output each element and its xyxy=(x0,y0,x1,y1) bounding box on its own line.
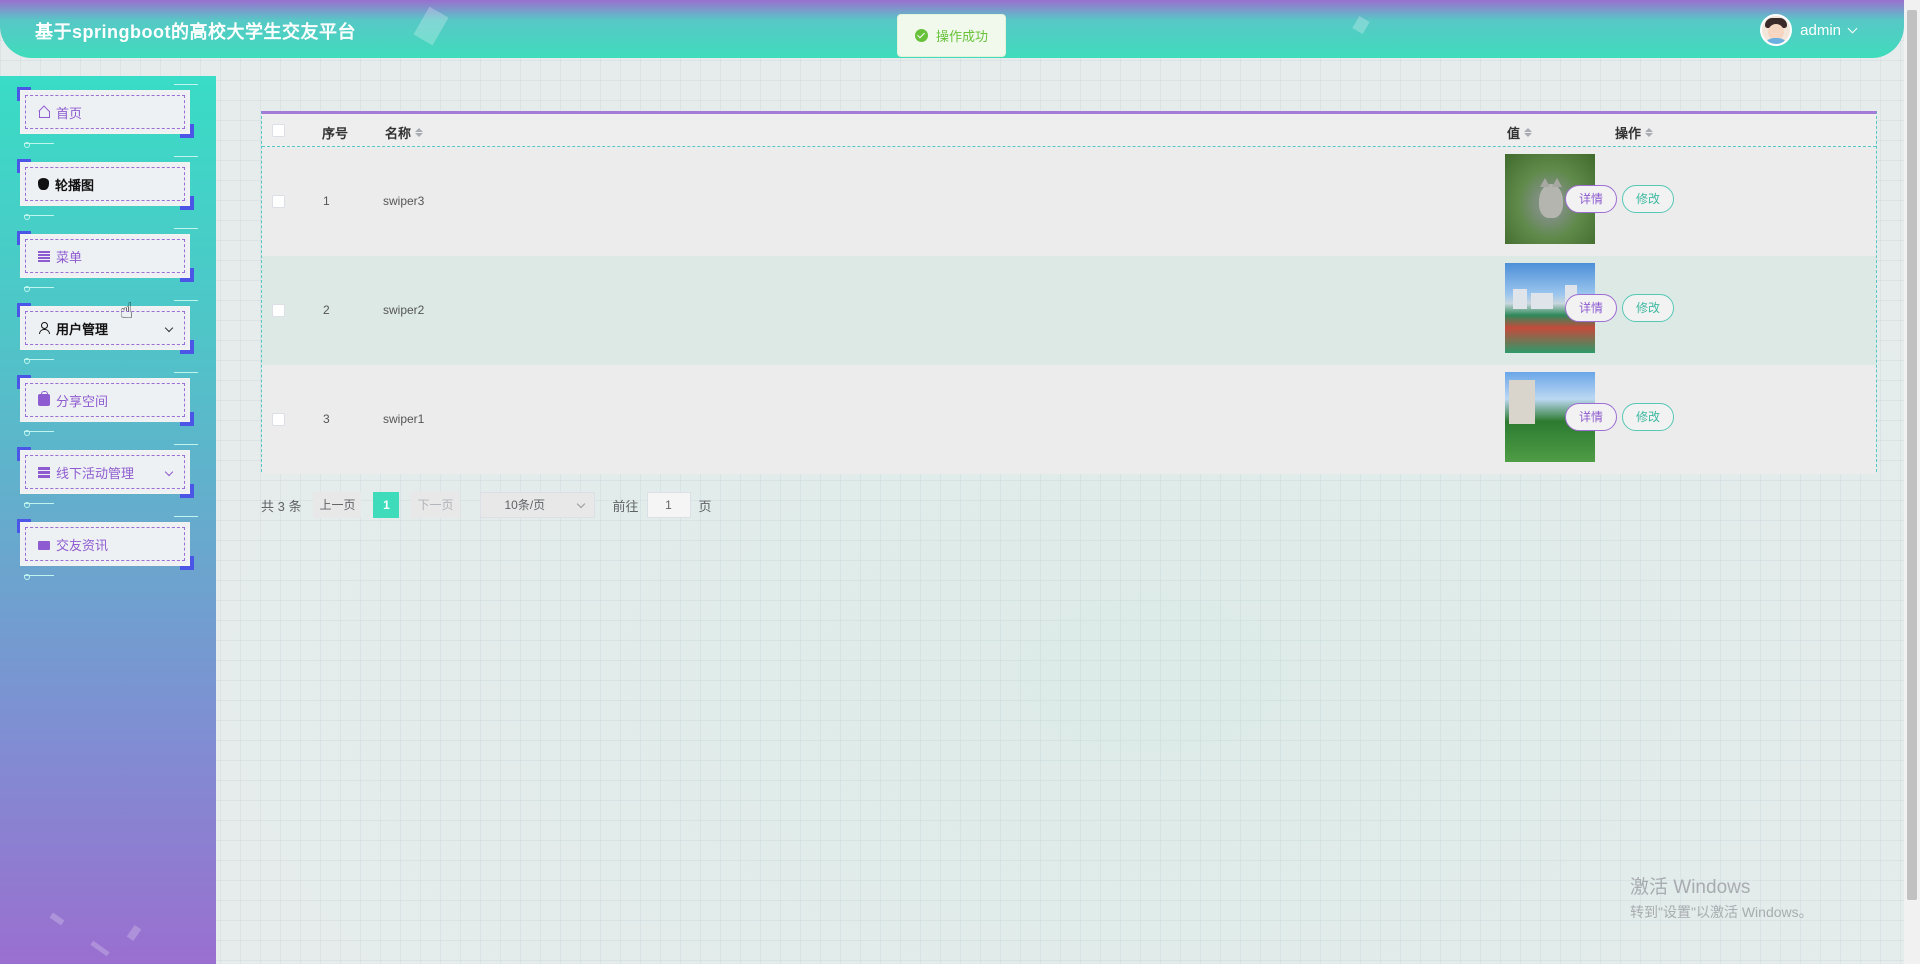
sidebar-item-offline-activity[interactable]: 线下活动管理 xyxy=(17,444,198,508)
select-all-checkbox[interactable] xyxy=(272,124,285,137)
column-header-index: 序号 xyxy=(322,123,348,142)
check-circle-icon xyxy=(914,29,928,42)
sidebar-item-label: 交友资讯 xyxy=(56,537,109,553)
row-checkbox[interactable] xyxy=(272,304,285,317)
sidebar: 首页 轮播图 菜单 用户管理 分享空间 线下活动管理 交友资讯 xyxy=(0,76,216,964)
windows-activation-watermark: 激活 Windows 转到"设置"以激活 Windows。 xyxy=(1630,872,1813,922)
sidebar-item-menu[interactable]: 菜单 xyxy=(17,228,198,292)
sidebar-item-label: 用户管理 xyxy=(56,321,109,337)
chevron-down-icon[interactable] xyxy=(164,467,174,477)
column-label: 操作 xyxy=(1615,126,1642,141)
sidebar-decoration xyxy=(126,924,142,942)
success-toast: 操作成功 xyxy=(897,14,1006,57)
sidebar-item-label: 菜单 xyxy=(56,249,83,265)
user-menu[interactable]: admin xyxy=(1760,14,1858,46)
grid-icon xyxy=(38,250,50,262)
detail-button[interactable]: 详情 xyxy=(1565,403,1618,431)
detail-button[interactable]: 详情 xyxy=(1565,185,1618,213)
sidebar-item-carousel[interactable]: 轮播图 xyxy=(17,156,198,220)
row-checkbox[interactable] xyxy=(272,195,285,208)
sidebar-item-label: 线下活动管理 xyxy=(56,465,135,481)
toast-message: 操作成功 xyxy=(935,29,988,44)
row-index: 1 xyxy=(323,194,330,208)
sidebar-decoration xyxy=(49,912,65,926)
row-name: swiper2 xyxy=(383,303,425,317)
drop-icon xyxy=(38,178,49,190)
home-icon xyxy=(38,106,50,118)
table-row: 1 swiper3 详情 修改 xyxy=(262,147,1876,256)
column-label: 值 xyxy=(1507,126,1521,141)
row-index: 3 xyxy=(323,412,330,426)
sidebar-item-user-management[interactable]: 用户管理 xyxy=(17,300,198,364)
total-count: 共 3 条 xyxy=(261,498,302,514)
sidebar-item-label: 首页 xyxy=(56,105,83,121)
vertical-scrollbar[interactable] xyxy=(1904,0,1920,964)
table-row: 3 swiper1 详情 修改 xyxy=(262,365,1876,474)
bag-icon xyxy=(38,391,50,406)
edit-button[interactable]: 修改 xyxy=(1622,294,1675,322)
watermark-line2: 转到"设置"以激活 Windows。 xyxy=(1630,904,1813,920)
column-label: 序号 xyxy=(322,126,349,141)
watermark-line1: 激活 Windows xyxy=(1630,877,1751,898)
stack-icon xyxy=(38,466,50,478)
edit-button[interactable]: 修改 xyxy=(1622,185,1675,213)
sidebar-item-share-space[interactable]: 分享空间 xyxy=(17,372,198,436)
row-name: swiper1 xyxy=(383,412,425,426)
goto-label: 前往 xyxy=(612,498,639,514)
table-header: 序号 名称 值 操作 xyxy=(262,114,1876,147)
row-index: 2 xyxy=(323,303,330,317)
row-checkbox[interactable] xyxy=(272,413,285,426)
sidebar-item-label: 轮播图 xyxy=(55,177,95,193)
scrollbar-thumb[interactable] xyxy=(1907,10,1917,900)
edit-button[interactable]: 修改 xyxy=(1622,403,1675,431)
page-unit-label: 页 xyxy=(698,498,712,514)
next-page-button[interactable]: 下一页 xyxy=(411,492,460,518)
table-row: 2 swiper2 详情 修改 xyxy=(262,256,1876,365)
goto-page-input[interactable]: 1 xyxy=(646,492,691,518)
pagination: 共 3 条 上一页 1 下一页 10条/页 前往 1 页 xyxy=(261,492,712,518)
header-decoration xyxy=(1352,15,1370,35)
data-table: 序号 名称 值 操作 1 swiper3 详情 修改 2 swiper2 详情 … xyxy=(261,111,1877,474)
page-size-value: 10条/页 xyxy=(504,498,546,512)
user-name[interactable]: admin xyxy=(1800,22,1841,39)
sort-icon[interactable] xyxy=(1524,128,1533,137)
app-title: 基于springboot的高校大学生交友平台 xyxy=(35,22,356,42)
sort-icon[interactable] xyxy=(415,128,424,137)
chevron-down-icon[interactable] xyxy=(164,323,174,333)
page-size-select[interactable]: 10条/页 xyxy=(479,492,595,518)
sidebar-item-home[interactable]: 首页 xyxy=(17,84,198,148)
column-header-name[interactable]: 名称 xyxy=(385,123,424,142)
header-decoration xyxy=(413,6,449,46)
user-icon xyxy=(38,322,50,334)
column-header-actions[interactable]: 操作 xyxy=(1615,123,1654,142)
sidebar-item-label: 分享空间 xyxy=(56,393,109,409)
avatar[interactable] xyxy=(1760,14,1793,46)
prev-page-button[interactable]: 上一页 xyxy=(313,492,362,518)
hand-cursor-icon: ☝ xyxy=(120,298,134,323)
sidebar-item-dating-news[interactable]: 交友资讯 xyxy=(17,516,198,580)
chevron-down-icon xyxy=(576,499,585,509)
row-name: swiper3 xyxy=(383,194,425,208)
column-label: 名称 xyxy=(385,126,412,141)
message-icon xyxy=(38,540,50,550)
column-header-value[interactable]: 值 xyxy=(1507,123,1533,142)
sort-icon[interactable] xyxy=(1645,128,1654,137)
sidebar-decoration xyxy=(90,940,110,957)
detail-button[interactable]: 详情 xyxy=(1565,294,1618,322)
chevron-down-icon[interactable] xyxy=(1847,23,1858,33)
page-number-current[interactable]: 1 xyxy=(373,492,400,518)
